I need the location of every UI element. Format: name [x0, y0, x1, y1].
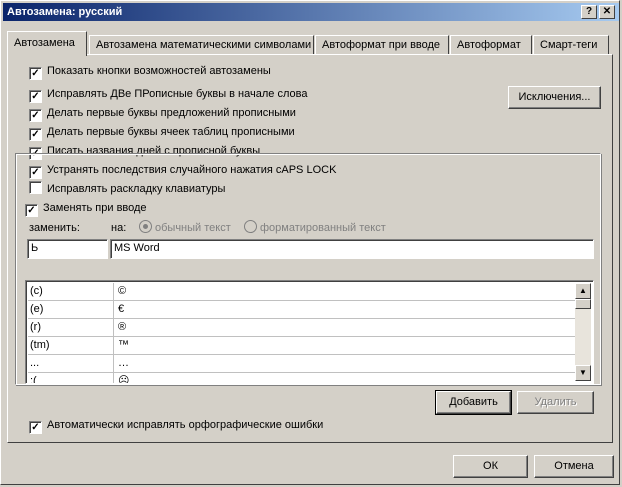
replace-as-type-label: Заменять при вводе	[43, 202, 147, 214]
list-item-to: ☹	[113, 373, 129, 383]
plain-text-radio[interactable]: обычный текст	[139, 220, 231, 236]
capitalize-table-checkbox[interactable]: ✓ Делать первые буквы ячеек таблиц пропис…	[29, 124, 295, 141]
close-button[interactable]: ✕	[599, 5, 615, 19]
exceptions-button[interactable]: Исключения...	[508, 86, 601, 109]
list-item[interactable]: :( ☹	[28, 373, 576, 384]
tab-autoformat[interactable]: Автоформат	[450, 35, 532, 55]
add-button[interactable]: Добавить	[435, 390, 512, 415]
show-buttons-label: Показать кнопки возможностей автозамены	[47, 65, 271, 77]
window-title: Автозамена: русский	[7, 6, 123, 18]
list-item-from: ...	[30, 357, 40, 369]
title-bar: Автозамена: русский	[3, 3, 619, 21]
checkbox-box[interactable]: ✓	[29, 109, 42, 122]
list-item-to: ™	[113, 337, 129, 355]
cancel-button[interactable]: Отмена	[534, 455, 614, 478]
with-input[interactable]: MS Word	[110, 239, 594, 259]
scroll-down-icon[interactable]: ▼	[575, 365, 591, 381]
scroll-up-icon[interactable]: ▲	[575, 283, 591, 299]
capitalize-table-label: Делать первые буквы ячеек таблиц прописн…	[47, 126, 295, 138]
capitalize-sentence-checkbox[interactable]: ✓ Делать первые буквы предложений прописн…	[29, 105, 296, 122]
replace-input[interactable]: Ь	[27, 239, 108, 259]
fix-two-caps-checkbox[interactable]: ✓ Исправлять ДВе ПРописные буквы в начале…	[29, 86, 308, 103]
list-item-to: …	[113, 355, 129, 373]
list-scrollbar[interactable]: ▲ ▼	[575, 283, 591, 381]
ok-button[interactable]: ОК	[453, 455, 528, 478]
checkbox-box[interactable]: ✓	[25, 204, 38, 217]
autocorrect-dialog: Автозамена: русский ? ✕ Автозамена Автоз…	[0, 0, 620, 485]
capitalize-sentence-label: Делать первые буквы предложений прописны…	[47, 107, 296, 119]
replace-as-type-checkbox[interactable]: ✓ Заменять при вводе	[25, 200, 150, 217]
help-button[interactable]: ?	[581, 5, 597, 19]
formatted-text-radio[interactable]: форматированный текст	[244, 220, 386, 236]
plain-text-label: обычный текст	[155, 222, 231, 234]
checkbox-box[interactable]: ✓	[29, 90, 42, 103]
checkbox-box[interactable]: ✓	[29, 128, 42, 141]
list-item-to: ©	[113, 283, 126, 301]
list-item-to: €	[113, 301, 124, 319]
list-item[interactable]: (c) ©	[28, 283, 576, 301]
checkbox-box[interactable]: ✓	[29, 67, 42, 80]
tab-math-autocorrect[interactable]: Автозамена математическими символами	[89, 35, 314, 55]
auto-spell-checkbox[interactable]: ✓ Автоматически исправлять орфографически…	[29, 417, 324, 434]
tab-autocorrect[interactable]: Автозамена	[7, 31, 87, 56]
list-item-from: (e)	[30, 303, 44, 315]
list-item[interactable]: ... …	[28, 355, 576, 373]
checkbox-box[interactable]: ✓	[29, 421, 42, 434]
formatted-text-label: форматированный текст	[260, 222, 386, 234]
radio-dot[interactable]	[139, 220, 152, 233]
scroll-thumb[interactable]	[575, 299, 591, 309]
list-item-from: (tm)	[30, 339, 50, 351]
list-item-from: (c)	[30, 285, 43, 297]
list-item-from: (r)	[30, 321, 41, 333]
list-item-from: :(	[30, 375, 37, 384]
list-item-to: ®	[113, 319, 126, 337]
tab-smart-tags[interactable]: Смарт-теги	[533, 35, 609, 55]
radio-dot[interactable]	[244, 220, 257, 233]
show-buttons-checkbox[interactable]: ✓ Показать кнопки возможностей автозамены	[29, 63, 271, 80]
autocorrect-list[interactable]: (c) © (e) € (r) ® (tm) ™ ... … :( ☹ ▲ ▼	[25, 280, 594, 384]
with-label: на:	[111, 222, 127, 234]
list-item[interactable]: (e) €	[28, 301, 576, 319]
replace-label: заменить:	[29, 222, 80, 234]
tab-autoformat-as-you-type[interactable]: Автоформат при вводе	[315, 35, 449, 55]
auto-spell-label: Автоматически исправлять орфографические…	[47, 419, 324, 431]
delete-button[interactable]: Удалить	[517, 391, 594, 414]
list-item[interactable]: (r) ®	[28, 319, 576, 337]
fix-two-caps-label: Исправлять ДВе ПРописные буквы в начале …	[47, 88, 308, 100]
list-item[interactable]: (tm) ™	[28, 337, 576, 355]
